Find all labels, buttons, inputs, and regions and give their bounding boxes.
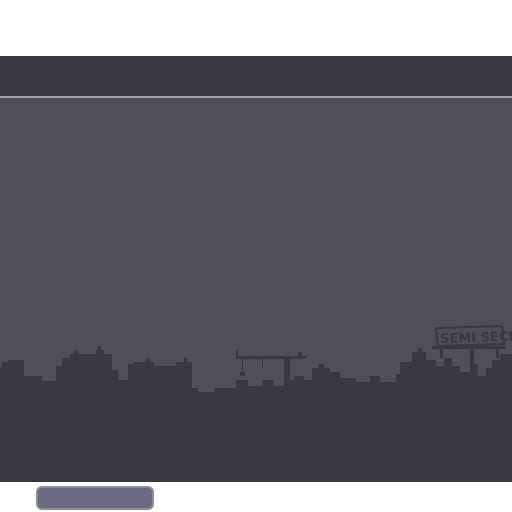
billboard-text: SEMI SECRET — [440, 329, 512, 347]
rooftop-detail — [146, 358, 150, 364]
rooftop-detail — [318, 364, 324, 370]
game-scene: SEMI SECRET — [0, 98, 512, 482]
rooftop-detail — [74, 350, 78, 356]
city-skyline — [0, 350, 512, 482]
rooftop-detail — [418, 348, 422, 354]
rooftop-detail — [98, 346, 101, 352]
rooftop-detail — [2, 362, 8, 370]
game-screen: SEMI SECRET — [0, 0, 512, 512]
top-bar — [0, 56, 512, 96]
rooftop-detail — [184, 358, 187, 364]
city-background: SEMI SECRET — [0, 324, 512, 482]
bottom-button[interactable] — [36, 486, 154, 510]
